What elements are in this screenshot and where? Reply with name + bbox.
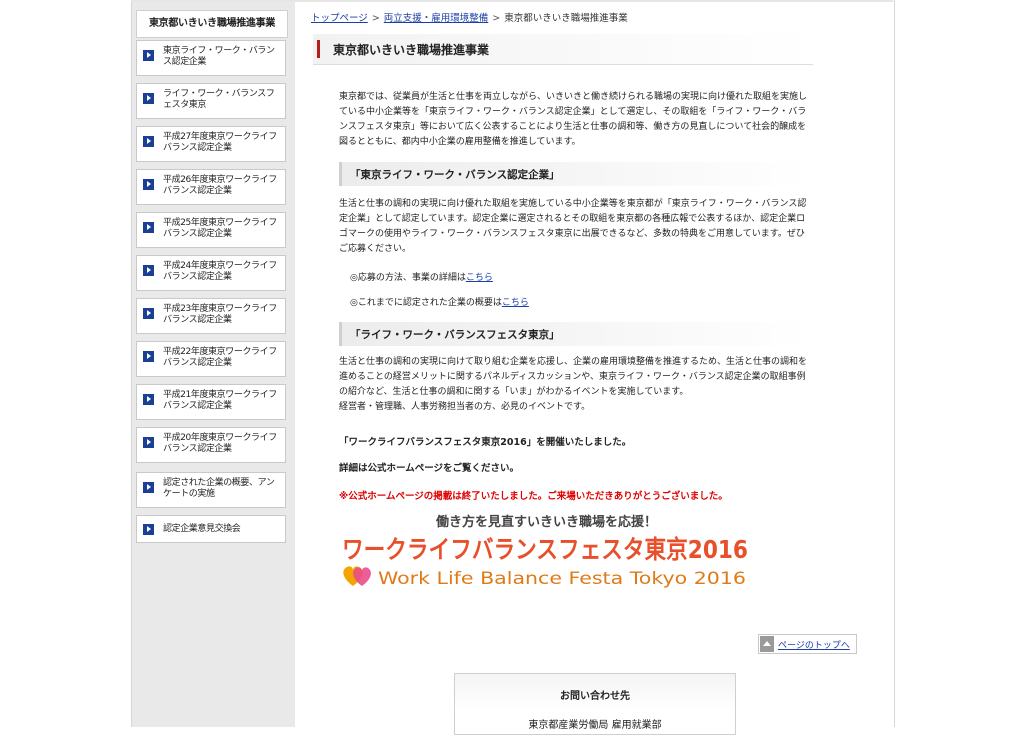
certified-overview-link[interactable]: こちら bbox=[502, 298, 529, 308]
arrow-right-icon bbox=[143, 437, 154, 448]
page-title: 東京都いきいき職場推進事業 bbox=[333, 43, 490, 57]
breadcrumb-separator: > bbox=[492, 13, 501, 24]
sidebar-item-label: ライフ・ワーク・バランスフェスタ東京 bbox=[163, 89, 275, 110]
arrow-right-icon bbox=[143, 482, 154, 493]
section-festa-body-2: 経営者・管理職、人事労務担当者の方、必見のイベントです。 bbox=[339, 402, 591, 412]
contact-heading: お問い合わせ先 bbox=[560, 691, 630, 702]
sidebar-item-h27[interactable]: 平成27年度東京ワークライフバランス認定企業 bbox=[136, 126, 286, 162]
logo-japanese-title: ワークライフバランスフェスタ東京2016 bbox=[342, 535, 748, 564]
arrow-right-icon bbox=[143, 136, 154, 147]
section-certified-body: 生活と仕事の調和の実現に向け優れた取組を実施している中小企業等を東京都が「東京ラ… bbox=[339, 199, 807, 254]
section-heading-text: 「東京ライフ・ワーク・バランス認定企業」 bbox=[350, 169, 560, 181]
title-accent-bar bbox=[317, 40, 320, 58]
page-title-bar: 東京都いきいき職場推進事業 bbox=[313, 34, 813, 65]
sidebar-item-label: 平成20年度東京ワークライフバランス認定企業 bbox=[163, 433, 277, 454]
sidebar-item-survey[interactable]: 認定された企業の概要、アンケートの実施 bbox=[136, 472, 286, 508]
section-heading-festa: 「ライフ・ワーク・バランスフェスタ東京」 bbox=[339, 322, 812, 346]
sidebar-item-h26[interactable]: 平成26年度東京ワークライフバランス認定企業 bbox=[136, 169, 286, 205]
apply-info-link[interactable]: こちら bbox=[466, 273, 493, 283]
intro-paragraph: 東京都では、従業員が生活と仕事を両立しながら、いきいきと働き続けられる職場の実現… bbox=[339, 92, 808, 147]
arrow-right-icon bbox=[143, 222, 154, 233]
arrow-right-icon bbox=[143, 351, 154, 362]
sidebar-item-h22[interactable]: 平成22年度東京ワークライフバランス認定企業 bbox=[136, 341, 286, 377]
sidebar-item-label: 平成24年度東京ワークライフバランス認定企業 bbox=[163, 261, 277, 282]
section-festa-body: 生活と仕事の調和の実現に向けて取り組む企業を応援し、企業の雇用環境整備を推進する… bbox=[339, 357, 808, 397]
arrow-right-icon bbox=[143, 179, 154, 190]
festa-details-text: 詳細は公式ホームページをご覧ください。 bbox=[339, 463, 520, 474]
heart-icon bbox=[343, 566, 371, 586]
arrow-right-icon bbox=[143, 50, 154, 61]
arrow-right-icon bbox=[143, 93, 154, 104]
section-heading-text: 「ライフ・ワーク・バランスフェスタ東京」 bbox=[350, 329, 560, 341]
contact-organization: 東京都産業労働局 雇用就業部 bbox=[528, 720, 662, 731]
certified-overview-line: ◎これまでに認定された企業の概要はこちら bbox=[350, 295, 529, 308]
sidebar-item-h21[interactable]: 平成21年度東京ワークライフバランス認定企業 bbox=[136, 384, 286, 420]
certified-overview-text: ◎これまでに認定された企業の概要は bbox=[350, 298, 502, 308]
sidebar-item-label: 平成26年度東京ワークライフバランス認定企業 bbox=[163, 175, 277, 196]
breadcrumb-parent-link[interactable]: 両立支援・雇用環境整備 bbox=[384, 13, 489, 24]
sidebar-header: 東京都いきいき職場推進事業 bbox=[136, 10, 288, 38]
breadcrumb-separator: > bbox=[371, 13, 380, 24]
sidebar-item-label: 認定された企業の概要、アンケートの実施 bbox=[163, 478, 275, 499]
apply-info-text: ◎応募の方法、事業の詳細は bbox=[350, 273, 466, 283]
arrow-right-icon bbox=[143, 265, 154, 276]
logo-tagline: 働き方を見直すいきいき職場を応援！ bbox=[435, 514, 657, 530]
sidebar-item-lwb-festa[interactable]: ライフ・ワーク・バランスフェスタ東京 bbox=[136, 83, 286, 119]
sidebar: 東京都いきいき職場推進事業 東京ライフ・ワーク・バランス認定企業 ライフ・ワーク… bbox=[132, 2, 295, 727]
festa-closed-notice: ※公式ホームページの掲載は終了いたしました。ご来場いただきありがとうございました… bbox=[339, 491, 728, 502]
breadcrumb-home-link[interactable]: トップページ bbox=[311, 13, 368, 24]
contact-box: お問い合わせ先 東京都産業労働局 雇用就業部 bbox=[454, 673, 736, 735]
page-top-link[interactable]: ページのトップへ bbox=[778, 638, 850, 651]
festa-held-text: 「ワークライフバランスフェスタ東京2016」を開催いたしました。 bbox=[339, 437, 632, 448]
sidebar-item-h23[interactable]: 平成23年度東京ワークライフバランス認定企業 bbox=[136, 298, 286, 334]
arrow-up-icon bbox=[760, 636, 774, 652]
sidebar-item-exchange[interactable]: 認定企業意見交換会 bbox=[136, 515, 286, 543]
arrow-right-icon bbox=[143, 308, 154, 319]
sidebar-item-h24[interactable]: 平成24年度東京ワークライフバランス認定企業 bbox=[136, 255, 286, 291]
sidebar-item-h20[interactable]: 平成20年度東京ワークライフバランス認定企業 bbox=[136, 427, 286, 463]
logo-english-title: Work Life Balance Festa Tokyo 2016 bbox=[378, 569, 746, 589]
sidebar-item-h25[interactable]: 平成25年度東京ワークライフバランス認定企業 bbox=[136, 212, 286, 248]
breadcrumb: トップページ > 両立支援・雇用環境整備 > 東京都いきいき職場推進事業 bbox=[311, 10, 628, 24]
sidebar-item-label: 平成21年度東京ワークライフバランス認定企業 bbox=[163, 390, 277, 411]
sidebar-item-label: 認定企業意見交換会 bbox=[163, 524, 241, 534]
sidebar-item-label: 平成22年度東京ワークライフバランス認定企業 bbox=[163, 347, 277, 368]
festa-2016-logo: 働き方を見直すいきいき職場を応援！ ワークライフバランスフェスタ東京2016 W… bbox=[342, 514, 748, 589]
section-heading-certified: 「東京ライフ・ワーク・バランス認定企業」 bbox=[339, 162, 812, 186]
breadcrumb-current: 東京都いきいき職場推進事業 bbox=[504, 13, 628, 24]
sidebar-item-label: 平成25年度東京ワークライフバランス認定企業 bbox=[163, 218, 277, 239]
sidebar-item-label: 東京ライフ・ワーク・バランス認定企業 bbox=[163, 46, 275, 67]
sidebar-item-label: 平成23年度東京ワークライフバランス認定企業 bbox=[163, 304, 277, 325]
arrow-right-icon bbox=[143, 524, 154, 535]
arrow-right-icon bbox=[143, 394, 154, 405]
apply-info-line: ◎応募の方法、事業の詳細はこちら bbox=[350, 270, 493, 283]
page-top-button[interactable]: ページのトップへ bbox=[758, 634, 857, 654]
sidebar-item-label: 平成27年度東京ワークライフバランス認定企業 bbox=[163, 132, 277, 153]
sidebar-item-lwb-certified[interactable]: 東京ライフ・ワーク・バランス認定企業 bbox=[136, 40, 286, 76]
